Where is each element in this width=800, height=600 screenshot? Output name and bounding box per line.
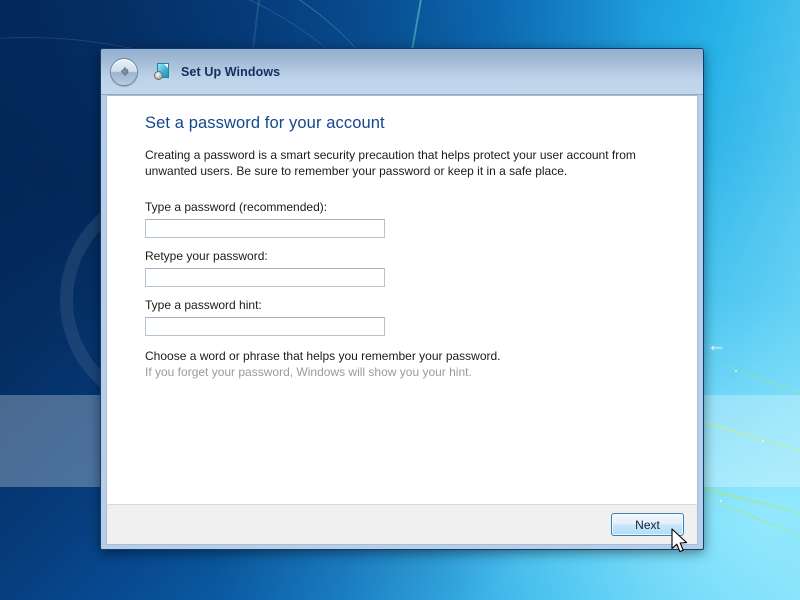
password-confirm-label: Retype your password: <box>145 248 268 263</box>
window-title: Set Up Windows <box>181 64 281 79</box>
dialog-footer: Next <box>106 504 698 545</box>
password-hint-label: Type a password hint: <box>145 297 262 312</box>
window-titlebar: Set Up Windows <box>101 49 703 95</box>
next-button[interactable]: Next <box>611 513 684 536</box>
wallpaper-sparkle <box>735 370 737 372</box>
password-confirm-field-group: Retype your password: <box>145 249 673 287</box>
hint-help-block: Choose a word or phrase that helps you r… <box>145 349 673 379</box>
password-hint-input[interactable] <box>145 316 385 336</box>
password-hint-field-group: Type a password hint: <box>145 298 673 336</box>
dialog-content-pane: Set a password for your account Creating… <box>106 95 698 504</box>
back-arrow-icon <box>120 67 128 76</box>
password-input[interactable] <box>145 218 385 238</box>
password-confirm-input[interactable] <box>145 267 385 287</box>
hint-help-line-1: Choose a word or phrase that helps you r… <box>145 348 501 363</box>
intro-paragraph: Creating a password is a smart security … <box>145 148 636 178</box>
password-field-group: Type a password (recommended): <box>145 200 673 238</box>
setup-windows-dialog: Set Up Windows Set a password for your a… <box>100 48 704 550</box>
page-title: Set a password for your account <box>145 114 385 132</box>
setup-windows-icon <box>154 63 171 80</box>
wallpaper-bird-icon: ← <box>707 335 726 356</box>
wallpaper-sparkle <box>720 500 722 502</box>
back-button[interactable] <box>110 57 138 86</box>
password-label: Type a password (recommended): <box>145 199 328 214</box>
hint-help-line-2: If you forget your password, Windows wil… <box>145 364 472 379</box>
